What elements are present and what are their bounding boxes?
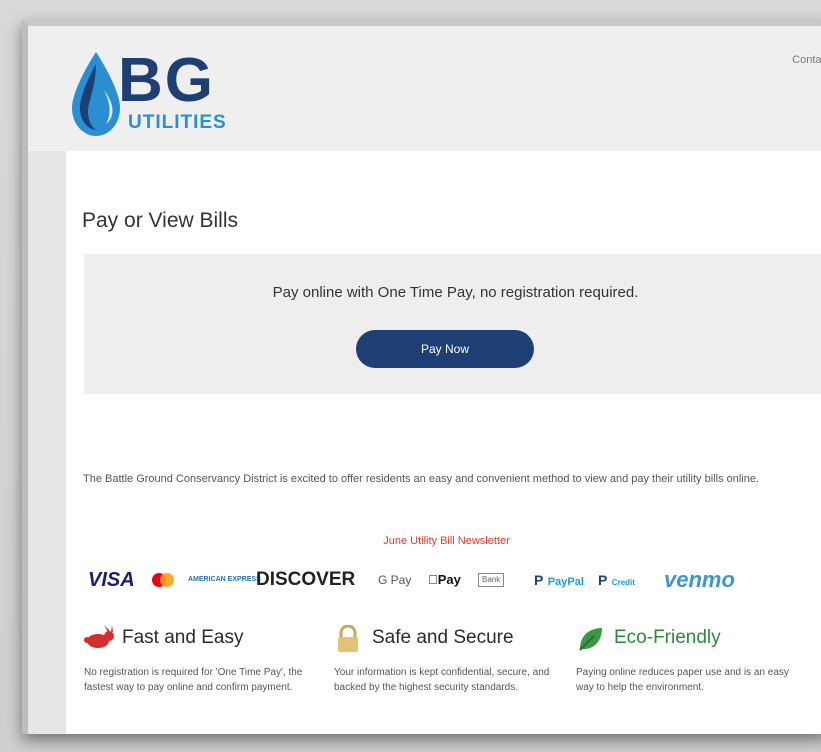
feature-title: Safe and Secure [372, 627, 514, 648]
rabbit-icon [84, 625, 114, 648]
mastercard-icon [150, 565, 176, 595]
payment-methods: VISA AMERICAN EXPRESS DISCOVER G Pay Pay… [88, 565, 818, 595]
feature-safe-secure: Safe and Secure Your information is kept… [334, 621, 564, 693]
site-header: BG UTILITIES Contac [28, 26, 821, 151]
feature-fast-easy: Fast and Easy No registration is require… [84, 621, 314, 693]
intro-paragraph: The Battle Ground Conservancy District i… [83, 473, 760, 485]
feature-title: Fast and Easy [122, 627, 244, 648]
google-pay-icon: G Pay [378, 573, 412, 587]
venmo-icon: venmo [664, 567, 735, 592]
bg-utilities-logo[interactable]: BG UTILITIES [66, 46, 266, 138]
newsletter-link[interactable]: June Utility Bill Newsletter [66, 535, 821, 547]
contact-link[interactable]: Contac [792, 54, 821, 66]
leaf-icon [579, 628, 602, 651]
feature-eco-friendly: Eco-Friendly Paying online reduces paper… [576, 621, 806, 693]
amex-icon: AMERICAN EXPRESS [188, 576, 261, 584]
main-content: Pay or View Bills Pay online with One Ti… [66, 151, 821, 734]
paypal-credit-icon: P Credit [598, 572, 635, 588]
logo-letters: BG [118, 46, 215, 115]
logo-subtext: UTILITIES [128, 112, 227, 133]
feature-description: No registration is required for 'One Tim… [84, 667, 303, 693]
browser-window: BG UTILITIES Contac Pay or View Bills Pa… [22, 20, 821, 734]
feature-description: Your information is kept confidential, s… [334, 667, 550, 693]
water-drop-icon [72, 52, 120, 136]
feature-title: Eco-Friendly [614, 627, 721, 648]
visa-icon: VISA [88, 569, 135, 591]
discover-icon: DISCOVER [256, 569, 356, 590]
one-time-pay-panel: Pay online with One Time Pay, no registr… [84, 254, 821, 394]
page-title: Pay or View Bills [82, 209, 239, 232]
screenshot-frame: BG UTILITIES Contac Pay or View Bills Pa… [0, 0, 821, 752]
pay-now-button[interactable]: Pay Now [356, 330, 534, 368]
pay-prompt: Pay online with One Time Pay, no registr… [272, 284, 639, 301]
bank-icon: Bank [478, 565, 505, 595]
feature-description: Paying online reduces paper use and is a… [576, 667, 789, 693]
lock-icon [338, 625, 358, 652]
paypal-icon: P PayPal [534, 572, 584, 588]
apple-pay-icon: Pay [428, 572, 461, 587]
